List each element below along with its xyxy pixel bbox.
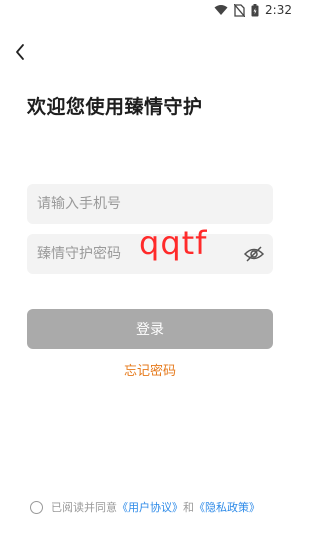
user-agreement-link[interactable]: 《用户协议》 xyxy=(117,499,183,515)
eye-off-icon[interactable] xyxy=(243,243,265,265)
phone-field[interactable] xyxy=(27,184,273,224)
no-sim-icon xyxy=(234,3,246,17)
back-arrow-icon xyxy=(16,44,24,60)
password-field[interactable]: qqtf xyxy=(27,224,273,274)
back-button[interactable] xyxy=(8,40,32,64)
login-button[interactable]: 登录 xyxy=(27,309,273,349)
wifi-icon xyxy=(214,5,228,15)
privacy-policy-link[interactable]: 《隐私政策》 xyxy=(194,499,260,515)
agree-radio[interactable] xyxy=(30,500,43,514)
phone-input[interactable] xyxy=(37,184,217,224)
status-icons: 2:32 xyxy=(214,3,292,17)
forgot-password-link[interactable]: 忘记密码 xyxy=(0,360,300,379)
agreement-and: 和 xyxy=(183,501,194,514)
agreement-row: 已阅读并同意 《用户协议》 和 《隐私政策》 xyxy=(30,499,260,515)
page-title: 欢迎您使用臻情守护 xyxy=(27,96,203,118)
typed-text-overlay: qqtf xyxy=(139,224,208,262)
status-time: 2:32 xyxy=(265,3,292,17)
status-bar: 2:32 xyxy=(0,0,300,22)
battery-icon xyxy=(251,3,259,16)
agreement-prefix: 已阅读并同意 xyxy=(51,501,117,514)
